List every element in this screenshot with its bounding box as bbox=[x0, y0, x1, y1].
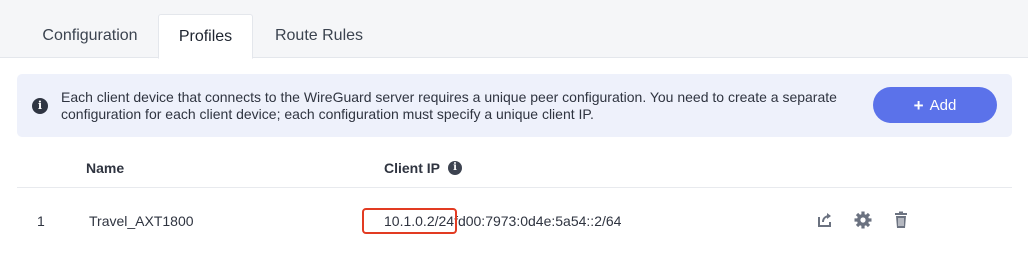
column-header-name: Name bbox=[86, 160, 125, 176]
settings-icon[interactable] bbox=[853, 210, 873, 230]
row-name: Travel_AXT1800 bbox=[89, 213, 194, 229]
share-icon[interactable] bbox=[815, 210, 835, 230]
add-button[interactable]: + Add bbox=[873, 87, 997, 123]
row-actions bbox=[815, 210, 911, 230]
tab-bar: Configuration Profiles Route Rules bbox=[0, 0, 1028, 59]
row-client-ipv6: fd00:7973:0d4e:5a54::2/64 bbox=[454, 213, 622, 229]
row-client-ip: 10.1.0.2/24fd00:7973:0d4e:5a54::2/64 bbox=[384, 213, 621, 229]
info-banner: i Each client device that connects to th… bbox=[17, 74, 1012, 137]
tab-route-rules[interactable]: Route Rules bbox=[253, 14, 385, 58]
row-client-ipv4: 10.1.0.2/24 bbox=[384, 213, 455, 229]
column-header-client-ip-label: Client IP bbox=[384, 160, 441, 176]
plus-icon: + bbox=[913, 95, 924, 115]
table-row: 1 Travel_AXT1800 10.1.0.2/24fd00:7973:0d… bbox=[17, 189, 1012, 249]
row-index: 1 bbox=[37, 213, 45, 229]
wireguard-server-page: Configuration Profiles Route Rules i Eac… bbox=[0, 0, 1028, 257]
info-icon: i bbox=[32, 98, 48, 114]
add-button-label: Add bbox=[929, 96, 957, 114]
table-header: Name Client IP i bbox=[17, 148, 1012, 188]
tab-configuration[interactable]: Configuration bbox=[22, 14, 158, 58]
info-text: Each client device that connects to the … bbox=[61, 89, 837, 122]
column-header-client-ip: Client IP i bbox=[384, 160, 463, 176]
help-icon[interactable]: i bbox=[448, 161, 463, 175]
tab-profiles[interactable]: Profiles bbox=[158, 14, 253, 59]
delete-icon[interactable] bbox=[891, 210, 911, 230]
